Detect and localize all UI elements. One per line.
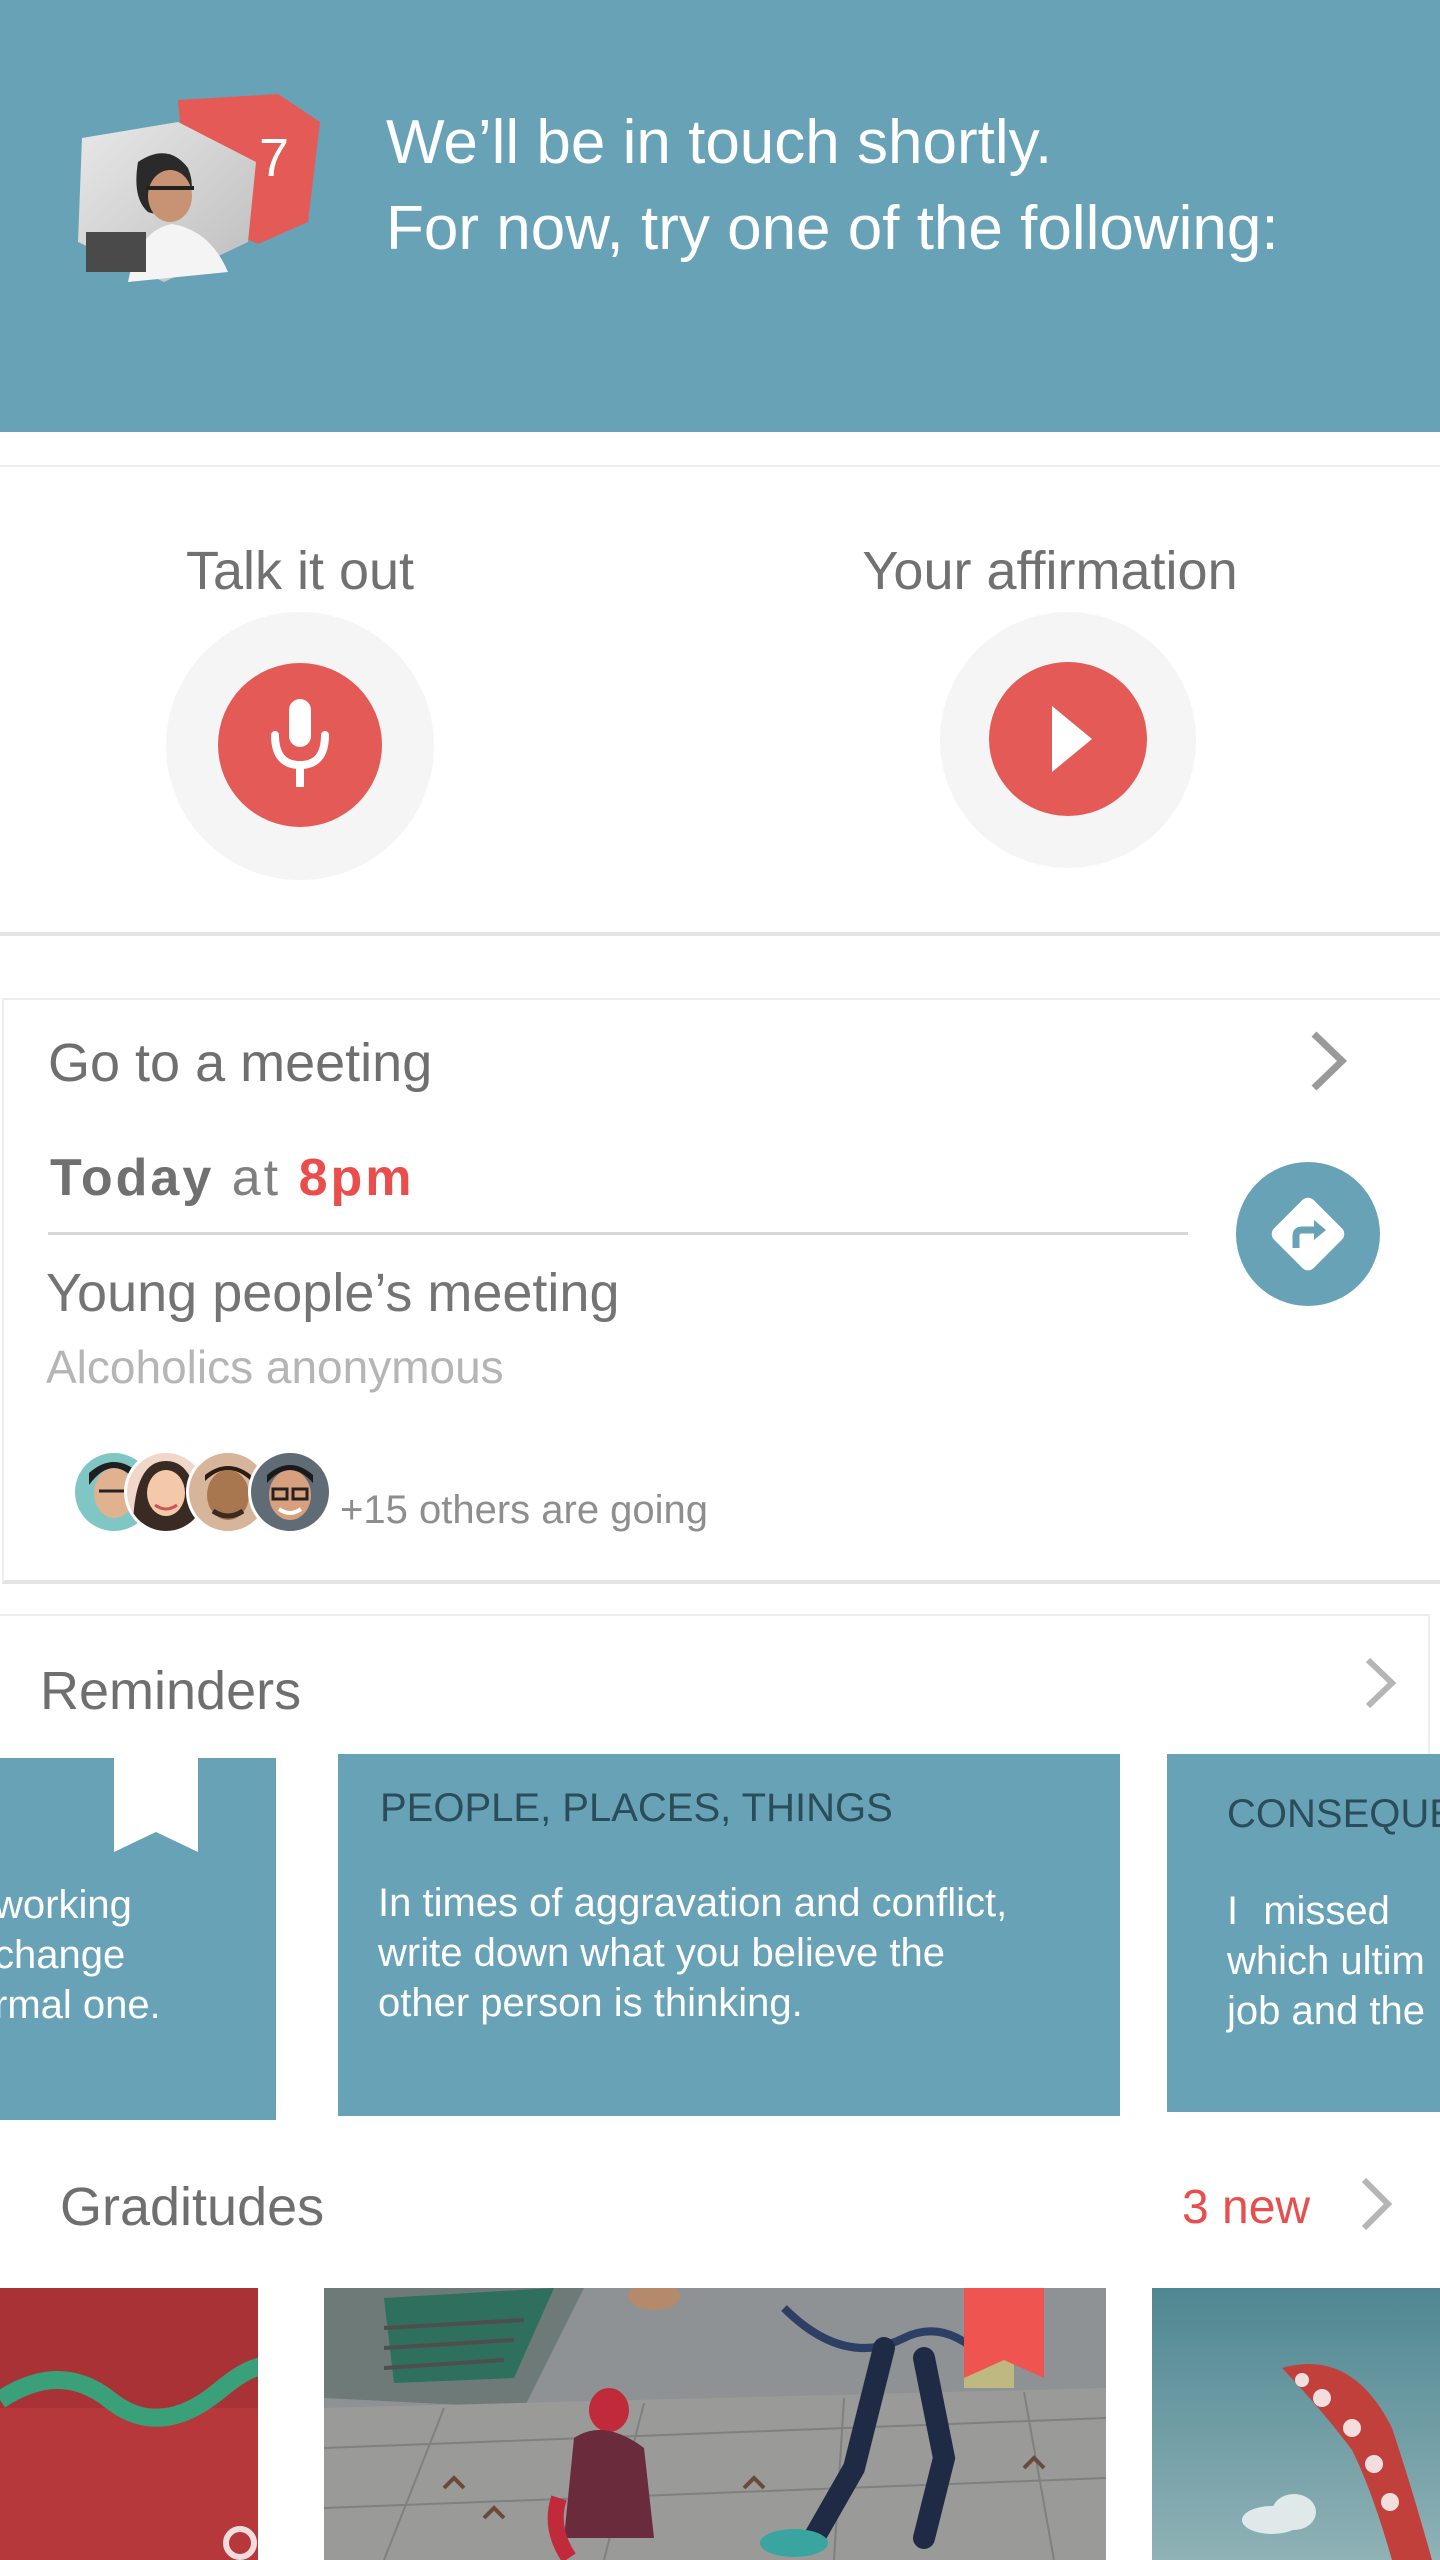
gratitude-image[interactable] [0,2288,258,2560]
graditudes-chevron-right-icon[interactable] [1356,2174,1396,2234]
directions-button[interactable] [1236,1162,1380,1306]
meeting-hour: 8pm [298,1149,415,1207]
play-icon [1052,706,1092,772]
reminder-card-text: I missed which ultim job and the [1227,1889,1425,2033]
meeting-time: Today at 8pm [50,1148,414,1208]
reminder-card-heading: CONSEQUE [1227,1792,1440,1836]
reminder-card-text: In times of aggravation and conflict, wr… [378,1881,1008,2025]
reminder-card-heading: PEOPLE, PLACES, THINGS [380,1786,893,1830]
gratitude-image[interactable] [1152,2288,1440,2560]
meeting-divider [48,1232,1188,1235]
play-affirmation-button[interactable] [989,662,1147,816]
reminder-card[interactable]: PEOPLE, PLACES, THINGS In times of aggra… [338,1754,1120,2116]
talk-it-out-label: Talk it out [185,541,415,601]
profile-avatar-badge[interactable]: 7 [78,92,330,284]
meeting-name: Young people’s meeting [46,1263,620,1323]
meeting-card-title: Go to a meeting [48,1033,433,1093]
reminder-card[interactable]: working change rmal one. [0,1758,276,2120]
meeting-organization: Alcoholics anonymous [46,1341,504,1393]
meeting-at: at [231,1149,282,1207]
meeting-chevron-right-icon[interactable] [1306,1028,1350,1094]
header-message-line1: We’ll be in touch shortly. [386,108,1053,177]
gratitude-image[interactable] [324,2288,1106,2560]
meeting-day: Today [50,1149,215,1207]
badge-count: 7 [259,128,289,188]
directions-icon [1271,1197,1345,1271]
reminders-title: Reminders [40,1661,302,1721]
reminder-card-text: working change rmal one. [0,1883,161,2027]
reminders-chevron-right-icon[interactable] [1360,1654,1400,1712]
attendees-count: +15 others are going [340,1488,709,1532]
graditudes-new-count[interactable]: 3 new [1182,2180,1310,2235]
header-message-line2: For now, try one of the following: [386,194,1279,263]
reminder-card[interactable]: CONSEQUE I missed which ultim job and th… [1167,1754,1440,2112]
attendee-avatar [248,1450,332,1534]
affirmation-label: Your affirmation [862,541,1238,601]
bookmark-icon [114,1758,198,1852]
graditudes-title: Graditudes [60,2177,325,2237]
microphone-icon [271,699,329,787]
talk-it-out-button[interactable] [218,663,382,827]
